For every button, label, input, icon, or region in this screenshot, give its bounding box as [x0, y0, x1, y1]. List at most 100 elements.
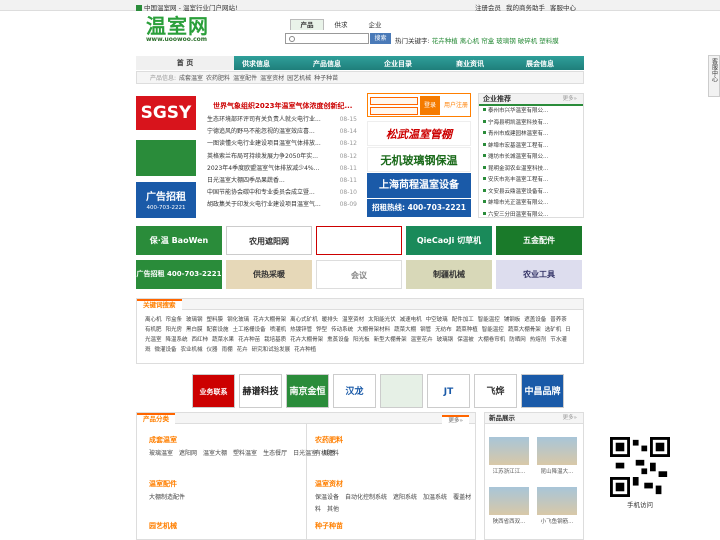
news-title[interactable]: 胡政集关于印发火电行业建设项目温室气... — [207, 201, 321, 208]
product-image[interactable] — [537, 437, 577, 465]
ad-tile[interactable]: 五金配件 — [496, 226, 582, 255]
nav-exhibitions[interactable]: 展会信息 — [526, 59, 554, 69]
category-title[interactable]: 温室配件 — [149, 479, 191, 489]
keyword-link[interactable]: 喷灌机 — [270, 327, 287, 333]
keyword-link[interactable]: 配件加工 — [452, 317, 474, 323]
keyword-link[interactable]: 减速电机 — [400, 317, 422, 323]
sgsy-banner[interactable]: SGSY — [136, 96, 196, 130]
company-name[interactable]: 潍坊市长城温室有限公... — [488, 154, 548, 160]
keyword-link[interactable]: 花卉大棚骨架 — [253, 317, 286, 323]
company-name[interactable]: 宁海县明凯温室科技有... — [488, 120, 548, 126]
ad-tile[interactable]: 会议 — [316, 260, 402, 289]
news-title[interactable]: 英格索兰布局可持续发展力争2050年实... — [207, 153, 318, 160]
news-item[interactable]: 生态环境部环评司有关负责人就火电行业... 08-15 — [207, 114, 357, 126]
hot-keyword[interactable]: 塑料膜 — [539, 37, 559, 45]
partner-logo[interactable]: 业务联系 — [192, 374, 235, 408]
company-item[interactable]: 潍坊市长城温室有限公... — [479, 152, 583, 164]
keyword-link[interactable]: 智能温控 — [478, 317, 500, 323]
subnav-item[interactable]: 种子种苗 — [314, 75, 338, 82]
keyword-link[interactable]: 阳光板 — [353, 337, 370, 343]
category-link[interactable]: 大棚制造配件 — [149, 494, 185, 501]
hot-keyword[interactable]: 玻璃钢 — [496, 37, 516, 45]
news-item[interactable]: 中国节能协会碳中和专业委员会成立暨... 08-10 — [207, 187, 357, 199]
product-image[interactable] — [489, 437, 529, 465]
more-link[interactable]: 更多» — [563, 413, 577, 424]
partner-logo[interactable]: 中昌品牌 — [521, 374, 564, 408]
company-item[interactable]: 蚌埠市宏基温室工程有... — [479, 141, 583, 153]
category-link[interactable]: 生态餐厅 — [263, 450, 287, 457]
keyword-link[interactable]: 研究和试验发展 — [252, 347, 291, 353]
company-item[interactable]: 泰州市兴华温室有限公... — [479, 106, 583, 118]
category-link[interactable]: 玻璃温室 — [149, 450, 173, 457]
keyword-link[interactable]: 传动系统 — [331, 327, 353, 333]
hot-keyword[interactable]: 离心机 — [460, 37, 480, 45]
keyword-link[interactable]: 保温被 — [457, 337, 474, 343]
keyword-link[interactable]: 微灌设备 — [155, 347, 177, 353]
category-link[interactable]: 遮阳网 — [179, 450, 197, 457]
subnav-item[interactable]: 成套温室 — [179, 75, 203, 82]
category-link[interactable]: 其他 — [327, 506, 339, 513]
category-link[interactable]: 遮阳系统 — [393, 494, 417, 501]
register-link[interactable]: 用户注册 — [444, 100, 468, 109]
hot-keyword[interactable]: 破碎机 — [518, 37, 538, 45]
tab-supply[interactable]: 供求 — [324, 20, 358, 30]
login-button[interactable]: 登录 — [420, 96, 440, 115]
keyword-link[interactable]: 黑白膜 — [186, 327, 203, 333]
company-item[interactable]: 昆明金润农业温室科技... — [479, 164, 583, 176]
username-field[interactable] — [370, 97, 418, 105]
nav-companies[interactable]: 企业目录 — [384, 59, 412, 69]
keyword-link[interactable]: 新型大棚骨架 — [374, 337, 407, 343]
company-name[interactable]: 青州市成建园林温室有... — [488, 131, 548, 137]
site-logo[interactable]: 温室网 www.uoowoo.com — [146, 16, 216, 44]
keyword-link[interactable]: 温室花卉 — [411, 337, 433, 343]
ad-tile[interactable]: 农业工具 — [496, 260, 582, 289]
partner-logo[interactable]: 赫谱科技 — [239, 374, 282, 408]
news-item[interactable]: 2023年4季度欧盟温室气体排放减少4%... 08-11 — [207, 163, 357, 175]
category-title[interactable]: 成套温室 — [149, 435, 341, 445]
keyword-link[interactable]: 大棚骨架材料 — [357, 327, 390, 333]
news-title[interactable]: 中国节能协会碳中和专业委员会成立暨... — [207, 189, 315, 196]
more-link[interactable]: 更多» — [563, 94, 577, 105]
company-item[interactable]: 文安县云鼎温室设备有... — [479, 187, 583, 199]
partner-logo[interactable]: 汉龙 — [333, 374, 376, 408]
ad-tile[interactable]: 农用遮阳网 — [226, 226, 312, 255]
news-item[interactable]: 日光温室大棚四季品果蔬香... 08-11 — [207, 175, 357, 187]
category-link[interactable]: 加温系统 — [423, 494, 447, 501]
ad-banner[interactable]: 上海苘程温室设备 — [367, 173, 471, 198]
keyword-link[interactable]: 钢管 — [420, 327, 431, 333]
keyword-link[interactable]: 土工格栅设备 — [233, 327, 266, 333]
keyword-link[interactable]: 中空玻璃 — [426, 317, 448, 323]
headline-news[interactable]: 世界气象组织2023年温室气体浓度创新纪... — [213, 101, 352, 111]
register-link[interactable]: 注册会员 — [475, 4, 501, 12]
news-item[interactable]: 一图读懂火电行业建设项目温室气体排放... 08-12 — [207, 138, 357, 150]
keyword-link[interactable]: 西红柿 — [192, 337, 209, 343]
news-title[interactable]: 宁德追风的野马不能忽视的温室效应喜... — [207, 128, 315, 135]
company-item[interactable]: 蚌埠市光正温室有限公... — [479, 198, 583, 210]
product-caption[interactable]: 昆山降温大... — [535, 467, 579, 475]
company-name[interactable]: 泰州市兴华温室有限公... — [488, 108, 548, 114]
news-item[interactable]: 胡政集关于印发火电行业建设项目温室气... 08-09 — [207, 199, 357, 211]
company-name[interactable]: 六安三分田温室有限公... — [488, 212, 548, 218]
keyword-link[interactable]: 选矿机 — [545, 327, 562, 333]
keyword-link[interactable]: 农业机械 — [181, 347, 203, 353]
search-input[interactable] — [285, 33, 369, 44]
news-title[interactable]: 生态环境部环评司有关负责人就火电行业... — [207, 116, 321, 123]
nav-products[interactable]: 产品信息 — [313, 59, 341, 69]
tab-product[interactable]: 产品 — [290, 19, 324, 30]
keyword-link[interactable]: 铧型 — [316, 327, 327, 333]
keyword-link[interactable]: 玻璃钢 — [186, 317, 203, 323]
keyword-link[interactable]: 有机肥 — [145, 327, 162, 333]
keyword-link[interactable]: 遮盖设备 — [524, 317, 546, 323]
category-link[interactable]: 保温设备 — [315, 494, 339, 501]
hot-keyword[interactable]: 花卉种植 — [432, 37, 458, 45]
password-field[interactable] — [370, 107, 418, 115]
product-caption[interactable]: 江苏浙江江... — [487, 467, 531, 475]
company-name[interactable]: 蚌埠市光正温室有限公... — [488, 200, 548, 206]
keyword-link[interactable]: 花卉大棚骨架 — [290, 337, 323, 343]
ad-banner[interactable]: 招租热线: 400-703-2221 — [367, 199, 471, 217]
nav-news[interactable]: 商业资讯 — [456, 59, 484, 69]
partner-logo[interactable]: 飞烨 — [474, 374, 517, 408]
keyword-link[interactable]: 太阳能光伏 — [368, 317, 396, 323]
partner-logo[interactable] — [380, 374, 423, 408]
keyword-link[interactable]: 塑料膜 — [207, 317, 224, 323]
